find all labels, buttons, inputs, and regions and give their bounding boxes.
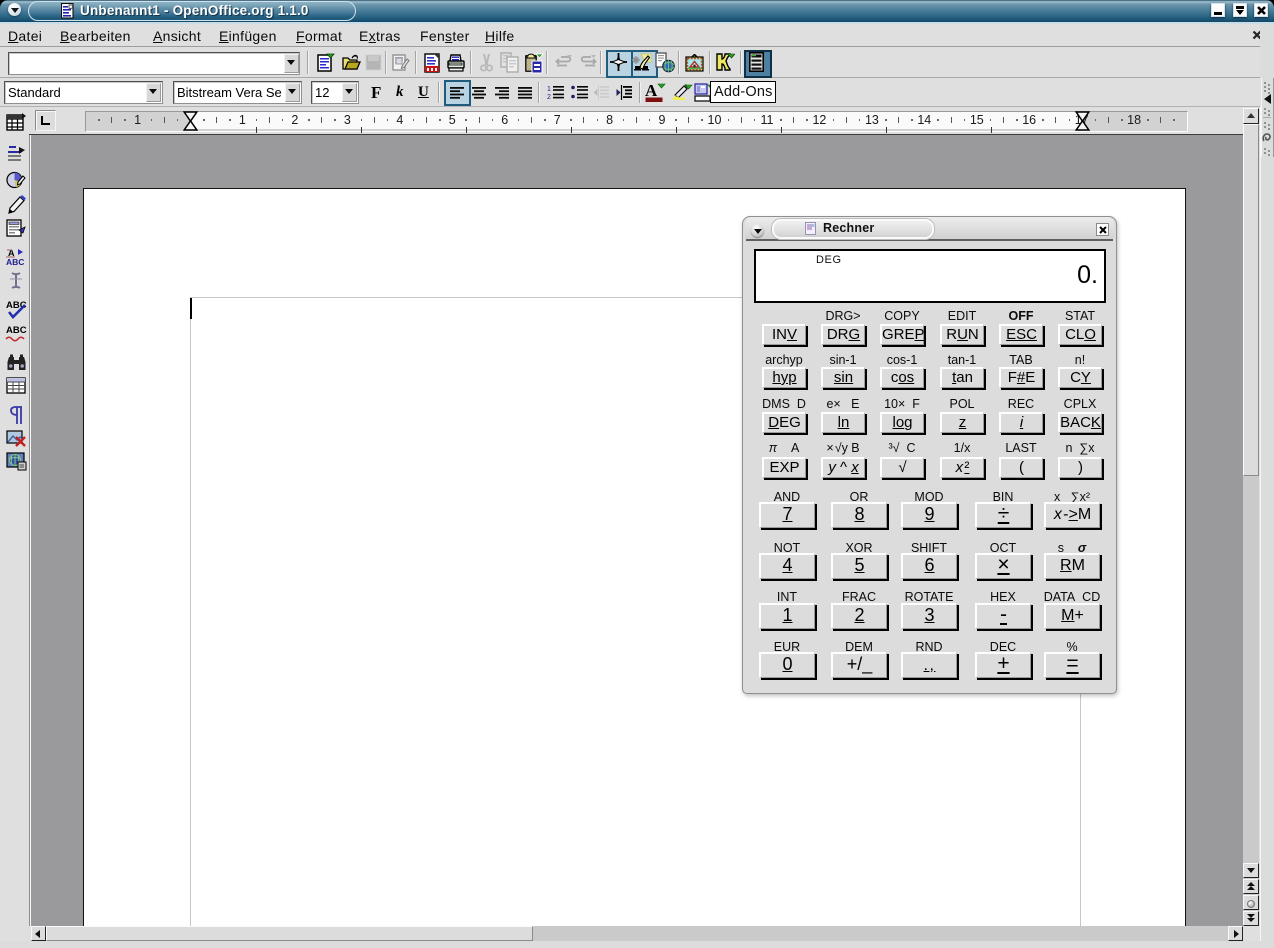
svg-text:ABC: ABC: [6, 257, 24, 267]
svg-text:1: 1: [547, 86, 551, 93]
svg-text:ABC: ABC: [6, 325, 27, 336]
svg-text:A: A: [645, 82, 658, 100]
svg-text:2: 2: [547, 94, 551, 100]
